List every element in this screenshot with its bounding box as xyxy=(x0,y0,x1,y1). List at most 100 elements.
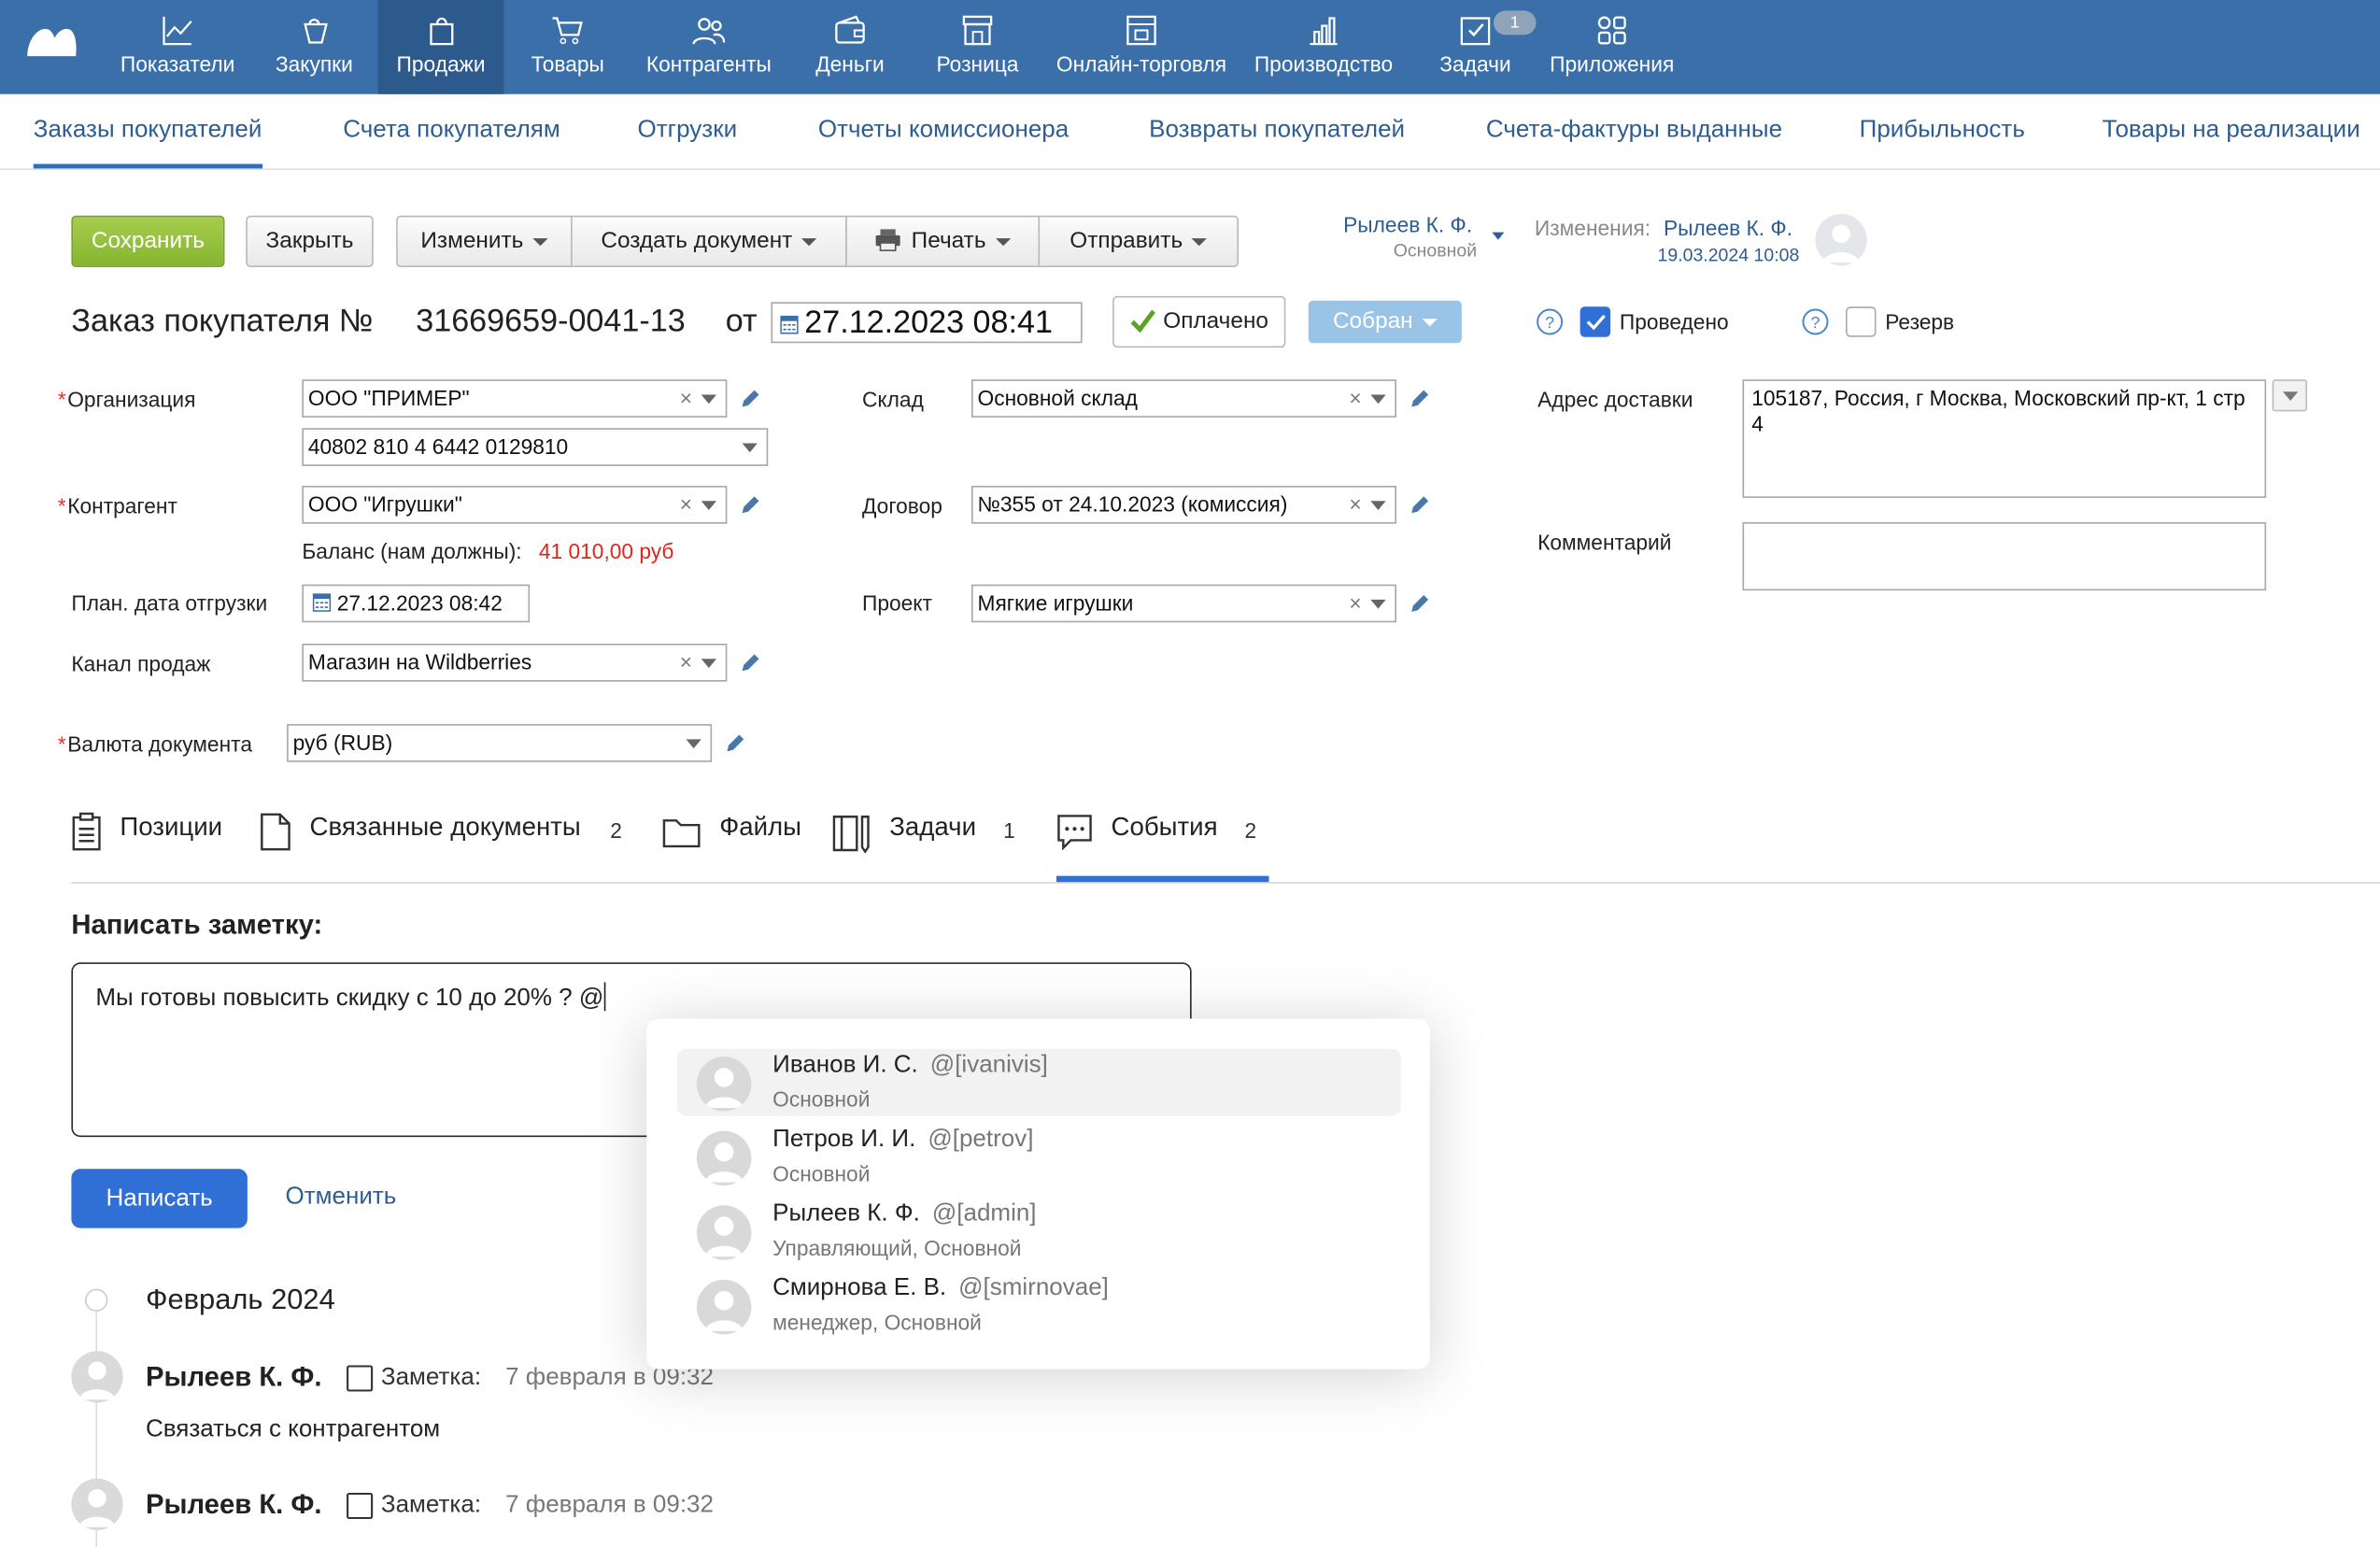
user-icon xyxy=(1822,224,1860,263)
nav-item-contractors[interactable]: Контрагенты xyxy=(634,0,783,94)
nav-item-production[interactable]: Производство xyxy=(1248,0,1400,94)
tab-tasks[interactable]: Задачи xyxy=(889,812,976,843)
close-button[interactable]: Закрыть xyxy=(246,215,374,267)
nav-item-money[interactable]: Деньги xyxy=(796,0,905,94)
contractor-select[interactable]: ООО "Игрушки" × xyxy=(302,486,728,524)
chevron-down-icon[interactable] xyxy=(1370,394,1386,404)
posted-checkbox[interactable] xyxy=(1580,306,1611,337)
required-marker: * xyxy=(57,387,66,412)
save-button[interactable]: Сохранить xyxy=(71,215,225,267)
chevron-down-icon[interactable] xyxy=(686,739,701,749)
bank-account-select[interactable]: 40802 810 4 6442 0129810 xyxy=(302,428,769,466)
edit-menu-button[interactable]: Изменить xyxy=(396,215,573,267)
subnav-invoices-issued[interactable]: Счета-фактуры выданные xyxy=(1486,117,1782,144)
pencil-icon[interactable] xyxy=(1409,593,1430,615)
delivery-address-label: Адрес доставки xyxy=(1537,387,1693,412)
chevron-down-icon[interactable] xyxy=(701,394,716,404)
subnav-customer-returns[interactable]: Возвраты покупателей xyxy=(1149,117,1405,144)
warehouse-select[interactable]: Основной склад × xyxy=(971,379,1396,418)
reserve-checkbox[interactable] xyxy=(1846,306,1877,337)
organization-label: * Организация xyxy=(58,387,196,411)
nav-item-apps[interactable]: Приложения xyxy=(1542,0,1682,94)
mention-item[interactable]: Смирнова Е. В. @[smirnovae] менеджер, Осн… xyxy=(677,1272,1401,1340)
avatar xyxy=(1815,214,1867,266)
clear-icon[interactable]: × xyxy=(680,646,692,680)
nav-item-purchases[interactable]: Закупки xyxy=(255,0,374,94)
event-author[interactable]: Рылеев К. Ф. xyxy=(146,1489,322,1521)
mention-dropdown: Иванов И. С. @[ivanivis] Основной Петров … xyxy=(646,1018,1430,1370)
tab-count: 1 xyxy=(1003,817,1015,843)
submit-note-button[interactable]: Написать xyxy=(71,1169,248,1228)
chevron-down-icon[interactable] xyxy=(1370,501,1386,510)
note-icon xyxy=(347,1365,374,1392)
nav-item-goods[interactable]: Товары xyxy=(513,0,622,94)
pencil-icon[interactable] xyxy=(1409,495,1430,517)
event-author[interactable]: Рылеев К. Ф. xyxy=(146,1362,322,1394)
edit-label: Изменить xyxy=(420,227,524,254)
organization-select[interactable]: ООО "ПРИМЕР" × xyxy=(302,379,728,418)
help-icon[interactable]: ? xyxy=(1802,308,1829,335)
tab-files[interactable]: Файлы xyxy=(719,812,801,843)
subnav-customer-invoices[interactable]: Счета покупателям xyxy=(343,117,560,144)
nav-item-indicators[interactable]: Показатели xyxy=(106,0,249,94)
owner-name[interactable]: Рылеев К. Ф. xyxy=(1343,213,1472,237)
contract-select[interactable]: №355 от 24.10.2023 (комиссия) × xyxy=(971,486,1396,524)
pencil-icon[interactable] xyxy=(724,733,745,755)
currency-select[interactable]: руб (RUB) xyxy=(287,724,713,762)
pencil-icon[interactable] xyxy=(1409,389,1430,410)
status-select[interactable]: Собран xyxy=(1308,300,1462,344)
changes-author[interactable]: Рылеев К. Ф. xyxy=(1664,216,1792,240)
tab-related-documents[interactable]: Связанные документы xyxy=(310,812,581,843)
subnav-commission-reports[interactable]: Отчеты комиссионера xyxy=(818,117,1069,144)
nav-label: Продажи xyxy=(396,51,486,77)
create-document-button[interactable]: Создать документ xyxy=(571,215,847,267)
cancel-note-button[interactable]: Отменить xyxy=(286,1185,397,1212)
clear-icon[interactable]: × xyxy=(1349,381,1361,416)
nav-item-tasks[interactable]: 1 Задачи xyxy=(1424,0,1537,94)
mention-item[interactable]: Петров И. И. @[petrov] Основной xyxy=(677,1124,1401,1191)
send-button[interactable]: Отправить xyxy=(1038,215,1239,267)
comment-field[interactable] xyxy=(1742,522,2267,591)
address-expand-button[interactable] xyxy=(2272,379,2307,412)
nav-item-retail[interactable]: Розница xyxy=(923,0,1032,94)
event-time: 7 февраля в 09:32 xyxy=(505,1492,714,1518)
clear-icon[interactable]: × xyxy=(1349,488,1361,522)
delivery-address-field[interactable]: 105187, Россия, г Москва, Московский пр-… xyxy=(1742,379,2267,498)
clear-icon[interactable]: × xyxy=(1349,586,1361,620)
help-icon[interactable]: ? xyxy=(1537,308,1564,335)
mention-item[interactable]: Иванов И. С. @[ivanivis] Основной xyxy=(676,1048,1401,1116)
mention-name: Рылеев К. Ф. @[admin] xyxy=(772,1200,1036,1228)
nav-item-sales[interactable]: Продажи xyxy=(377,0,504,94)
send-label: Отправить xyxy=(1070,227,1183,254)
chevron-down-icon[interactable] xyxy=(701,501,716,510)
chevron-down-icon[interactable] xyxy=(1370,599,1386,609)
clear-icon[interactable]: × xyxy=(680,488,692,522)
sales-channel-select[interactable]: Магазин на Wildberries × xyxy=(302,644,728,682)
pencil-icon[interactable] xyxy=(739,653,760,674)
balance-value: 41 010,00 руб xyxy=(538,538,674,563)
pencil-icon[interactable] xyxy=(739,389,760,410)
tab-events[interactable]: События xyxy=(1112,812,1218,843)
chevron-down-icon[interactable] xyxy=(701,659,716,668)
tab-positions[interactable]: Позиции xyxy=(120,812,222,843)
document-datetime-field[interactable]: 27.12.2023 08:41 xyxy=(771,302,1083,344)
ship-date-field[interactable]: 27.12.2023 08:42 xyxy=(302,584,531,623)
mention-login: @[smirnovae] xyxy=(958,1275,1109,1301)
clear-icon[interactable]: × xyxy=(680,381,692,416)
print-button[interactable]: Печать xyxy=(845,215,1041,267)
user-icon xyxy=(704,1142,744,1183)
nav-item-online-trade[interactable]: Онлайн-торговля xyxy=(1047,0,1236,94)
mention-item[interactable]: Рылеев К. Ф. @[admin] Управляющий, Основн… xyxy=(677,1198,1401,1265)
subnav-customer-orders[interactable]: Заказы покупателей xyxy=(33,117,262,169)
pencil-icon[interactable] xyxy=(739,495,760,517)
chevron-down-icon[interactable] xyxy=(742,443,758,453)
subnav-consignment-goods[interactable]: Товары на реализации xyxy=(2103,117,2360,144)
document-from: от xyxy=(725,304,758,339)
subnav-profitability[interactable]: Прибыльность xyxy=(1860,117,2025,144)
project-select[interactable]: Мягкие игрушки × xyxy=(971,584,1396,623)
owner-chevron-icon[interactable] xyxy=(1492,232,1505,240)
logo-icon[interactable] xyxy=(24,20,79,59)
avatar xyxy=(71,1351,123,1403)
paid-button[interactable]: Оплачено xyxy=(1112,295,1286,348)
subnav-shipments[interactable]: Отгрузки xyxy=(638,117,738,144)
